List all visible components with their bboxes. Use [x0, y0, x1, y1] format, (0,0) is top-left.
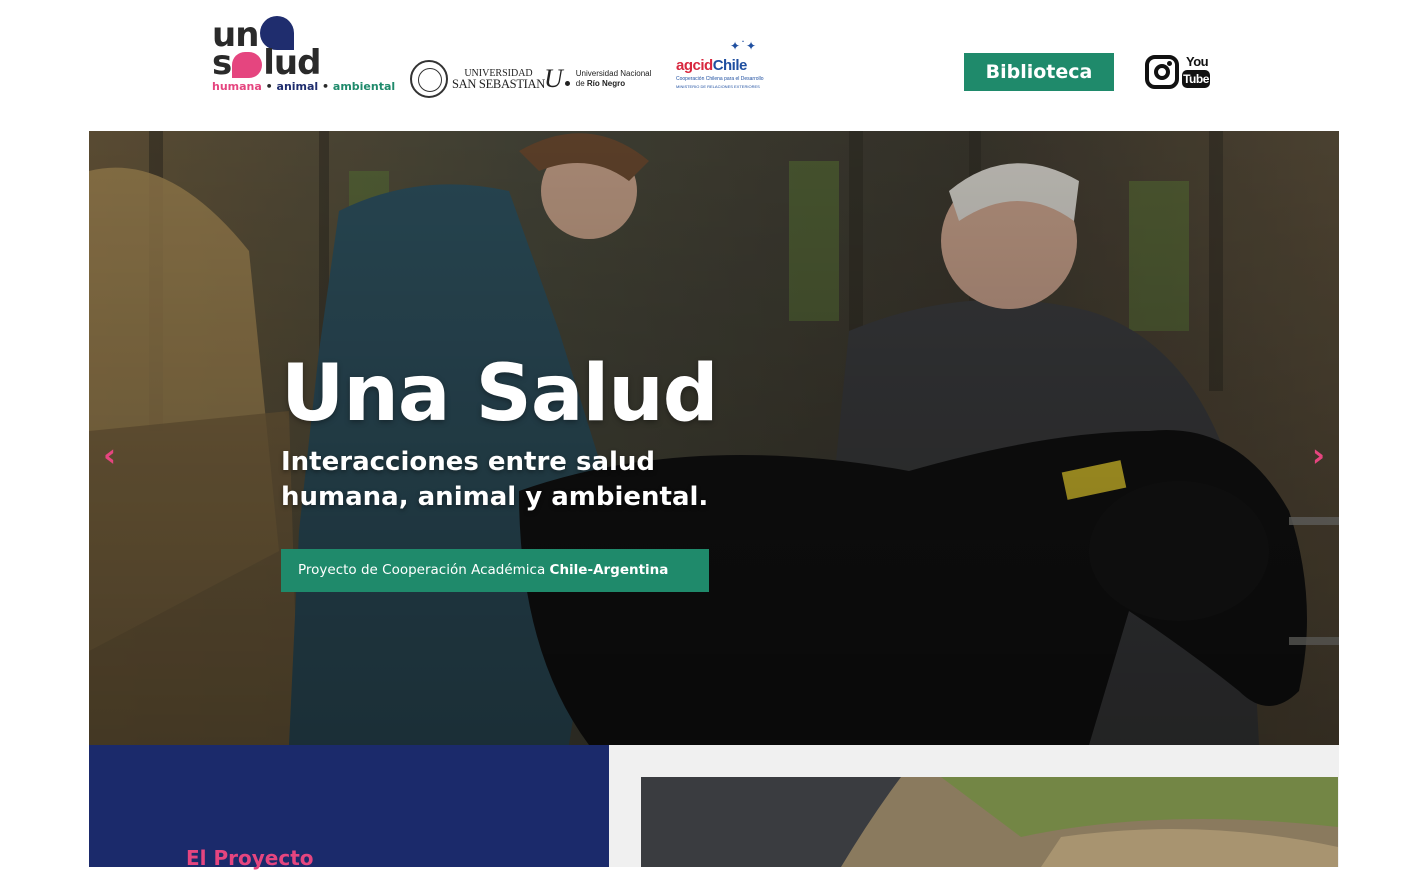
logo-tagline: humana • animal • ambiental: [212, 80, 395, 94]
agcid-sub: Cooperación Chilena para el Desarrollo: [676, 76, 764, 82]
chevron-right-icon[interactable]: ›: [1312, 439, 1325, 471]
unrn-line2-prefix: de: [575, 79, 587, 88]
agcid-sub2: MINISTERIO DE RELACIONES EXTERIORES: [676, 84, 760, 89]
hero-subtitle: Interacciones entre salud humana, animal…: [281, 445, 801, 515]
unrn-line1: Universidad Nacional: [575, 69, 652, 78]
instagram-icon[interactable]: [1145, 55, 1179, 89]
hero-subtitle-line1: Interacciones entre salud: [281, 447, 656, 477]
hero-subtitle-line2: humana, animal y ambiental.: [281, 482, 709, 512]
partner-logos: UNIVERSIDAD SAN SEBASTIAN U Universidad …: [410, 39, 764, 100]
hero-title: Una Salud: [281, 349, 719, 439]
tag-sep-2: •: [318, 80, 333, 93]
site-header: un s lud humana • animal • ambiental UNI…: [0, 0, 1419, 131]
youtube-tube-text: Tube: [1182, 70, 1210, 88]
logo-word-lud: lud: [263, 43, 321, 83]
tag-ambiental: ambiental: [332, 80, 396, 93]
agcid-stars-icon: ✦˙✦: [730, 39, 757, 53]
una-salud-logo[interactable]: un s lud humana • animal • ambiental: [212, 16, 395, 96]
chevron-left-icon[interactable]: ‹: [103, 439, 116, 471]
tag-humana: humana: [212, 80, 262, 93]
unrn-dot: [564, 80, 570, 86]
logo-pink-mark: [232, 52, 263, 78]
unrn-line2: de Río Negro: [576, 79, 652, 89]
unrn-logo: U Universidad Nacional de Río Negro: [544, 66, 651, 92]
biblioteca-button[interactable]: Biblioteca: [964, 53, 1114, 91]
hero-badge-bold: Chile-Argentina: [549, 562, 669, 578]
uss-seal-icon: [410, 60, 448, 98]
hero-slider: Una Salud Interacciones entre salud huma…: [89, 131, 1339, 745]
logo-row-bottom: s lud: [212, 46, 321, 80]
uss-text: UNIVERSIDAD SAN SEBASTIAN: [452, 68, 545, 90]
agcid-red: agcid: [676, 57, 713, 74]
uss-logo: UNIVERSIDAD SAN SEBASTIAN: [410, 60, 545, 98]
hero-badge-text: Proyecto de Cooperación Académica: [298, 562, 550, 578]
youtube-you-text: You: [1186, 54, 1209, 69]
tag-sep-1: •: [261, 80, 277, 93]
project-photo: [641, 777, 1338, 867]
logo-word-s: s: [212, 43, 232, 83]
project-panel: El Proyecto: [89, 745, 609, 870]
tag-animal: animal: [276, 80, 319, 93]
agcid-blue: Chile: [712, 57, 748, 74]
unrn-line2-bold: Río Negro: [586, 79, 626, 88]
youtube-icon[interactable]: You Tube: [1182, 54, 1212, 90]
hero-badge: Proyecto de Cooperación Académica Chile-…: [281, 549, 709, 592]
agcid-logo: ✦˙✦ agcidChile Cooperación Chilena para …: [674, 39, 764, 96]
unrn-text: Universidad Nacional de Río Negro: [576, 69, 652, 89]
section-title: El Proyecto: [186, 846, 314, 870]
uss-line2: SAN SEBASTIAN: [452, 77, 545, 91]
agcid-wordmark: agcidChile: [676, 58, 747, 74]
unrn-u-icon: U: [544, 64, 563, 93]
